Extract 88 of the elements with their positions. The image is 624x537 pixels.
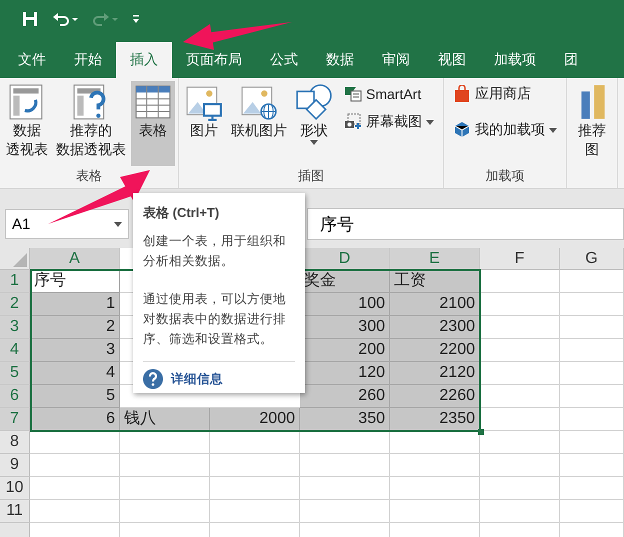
table-cell: 260 (300, 385, 390, 408)
ribbon-tab[interactable]: 数据 (312, 42, 368, 78)
redo-icon[interactable] (92, 12, 118, 26)
table-cell: 2200 (390, 339, 480, 362)
help-icon (143, 369, 163, 389)
cube-icon (453, 121, 471, 139)
table-cell (560, 454, 624, 477)
ribbon-tab[interactable]: 页面布局 (172, 42, 256, 78)
group-label: 插图 (297, 167, 325, 185)
row-header[interactable]: 3 (0, 316, 30, 339)
name-box[interactable]: A1 (5, 209, 129, 239)
table-cell: 1 (30, 293, 120, 316)
ribbon-tab[interactable]: 插入 (116, 42, 172, 78)
table-cell: 4 (30, 362, 120, 385)
tooltip-text: 通过使用表，可以方便地对数据表中的数据进行排序、筛选和设置格式。 (143, 291, 287, 348)
table-cell (560, 408, 624, 431)
tooltip-text: 创建一个表，用于组织和分析相关数据。 (143, 233, 287, 270)
ribbon-button[interactable]: 推荐的 数据透视表 (53, 81, 129, 166)
table-cell (560, 500, 624, 523)
more-info-link[interactable]: 详细信息 (171, 369, 223, 389)
table-cell: 钱八 (120, 408, 210, 431)
customize-menu-icon[interactable] (132, 14, 140, 24)
ribbon-tab[interactable]: 审阅 (368, 42, 424, 78)
table-cell (560, 316, 624, 339)
ribbon-tab[interactable]: 开始 (60, 42, 116, 78)
ribbon-button[interactable]: 应用商店 (451, 83, 559, 105)
table-cell: 2260 (390, 385, 480, 408)
ribbon-button[interactable]: 表格 (131, 81, 175, 166)
table-cell: 2000 (210, 408, 300, 431)
ribbon-button[interactable]: 形状 (292, 81, 336, 166)
table-cell: 2300 (390, 316, 480, 339)
tooltip-title: 表格 (Ctrl+T) (143, 204, 220, 222)
table-cell: 工资 (390, 270, 480, 293)
table-cell: 2120 (390, 362, 480, 385)
shapes-icon (295, 83, 333, 121)
row-header[interactable]: 1 (0, 270, 30, 293)
column-header[interactable]: A (30, 248, 120, 270)
shopping-bag-icon (453, 85, 471, 103)
row-header[interactable]: 2 (0, 293, 30, 316)
select-all-button[interactable] (0, 248, 30, 270)
table-cell (560, 270, 624, 293)
ribbon-button[interactable]: 联机图片 (228, 81, 290, 166)
column-header[interactable]: G (560, 248, 624, 270)
table-icon (134, 83, 172, 121)
table-cell (560, 339, 624, 362)
table-cell (560, 431, 624, 454)
ribbon-tab[interactable]: 团 (550, 42, 592, 78)
ribbon-button[interactable]: 我的加载项 (451, 119, 559, 141)
row-header[interactable]: 10 (0, 477, 30, 500)
group-label: 表格 (75, 167, 103, 185)
row-header[interactable]: 5 (0, 362, 30, 385)
table-cell (560, 293, 624, 316)
group-label: 加载项 (484, 167, 526, 185)
table-cell: 3 (30, 339, 120, 362)
table-cell: 2350 (390, 408, 480, 431)
table-cell (560, 362, 624, 385)
ribbon-tab[interactable]: 公式 (256, 42, 312, 78)
row-header[interactable]: 8 (0, 431, 30, 454)
row-header[interactable]: 4 (0, 339, 30, 362)
row-header[interactable]: 6 (0, 385, 30, 408)
undo-icon[interactable] (52, 12, 78, 26)
ribbon-tab[interactable]: 文件 (4, 42, 60, 78)
table-cell: 350 (300, 408, 390, 431)
column-header[interactable]: E (390, 248, 480, 270)
row-header[interactable]: 7 (0, 408, 30, 431)
table-cell (560, 385, 624, 408)
ribbon-tab[interactable]: 加载项 (480, 42, 550, 78)
ribbon-button[interactable]: 屏幕截图 (342, 111, 436, 133)
caret-icon (114, 222, 122, 226)
formula-field[interactable]: 序号 (307, 208, 624, 240)
table-cell: 2100 (390, 293, 480, 316)
column-header[interactable]: F (480, 248, 560, 270)
ribbon-tab[interactable]: 视图 (424, 42, 480, 78)
table-cell: 6 (30, 408, 120, 431)
ribbon-button[interactable]: SmartArt (342, 83, 436, 105)
camera-icon (344, 113, 362, 131)
ribbon-button[interactable]: 推荐 图 (570, 81, 614, 188)
corner-triangle-icon (13, 253, 27, 267)
table-cell: 序号 (30, 270, 120, 293)
table-cell (560, 477, 624, 500)
table-cell: 2 (30, 316, 120, 339)
fill-handle[interactable] (478, 429, 484, 435)
row-header[interactable]: 11 (0, 500, 30, 523)
table-cell: 5 (30, 385, 120, 408)
smartart-icon (344, 85, 362, 103)
row-header[interactable]: 9 (0, 454, 30, 477)
ribbon-button[interactable]: 数据 透视表 (3, 81, 51, 166)
ribbon-button[interactable]: 图片 (182, 81, 226, 166)
